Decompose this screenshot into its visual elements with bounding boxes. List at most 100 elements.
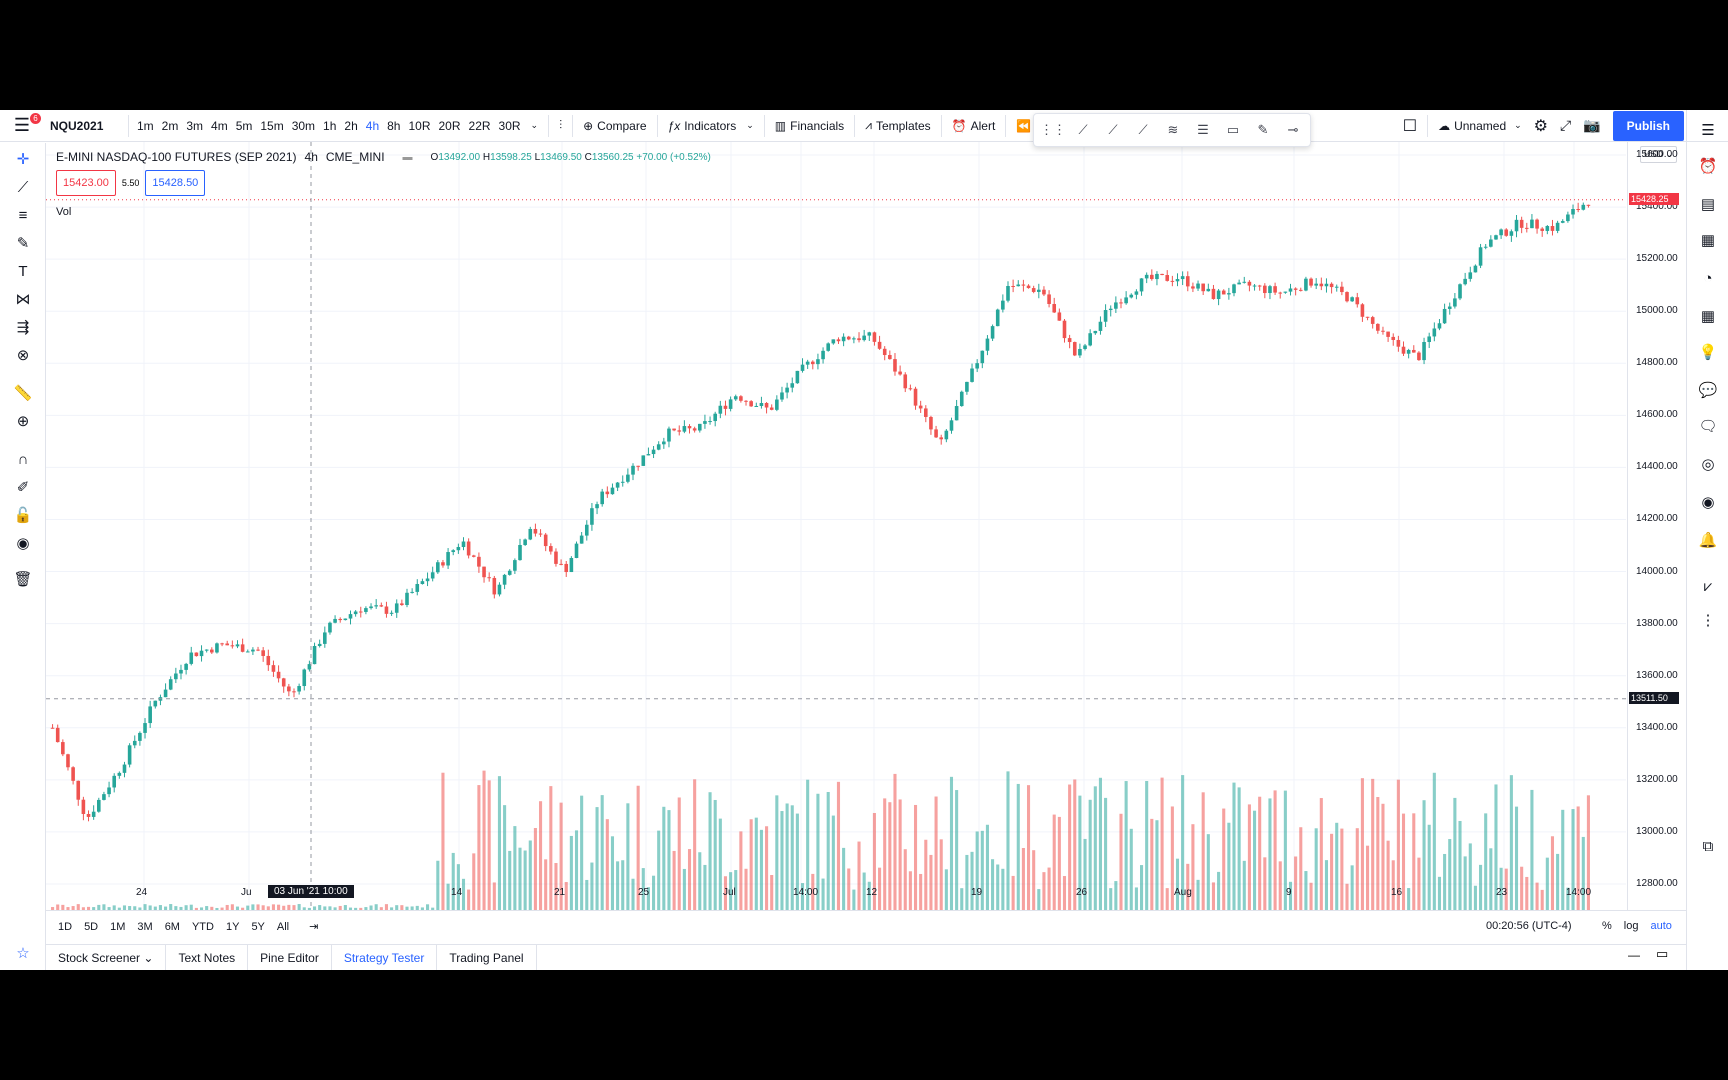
star-icon[interactable]: ☆	[12, 943, 34, 965]
chats-icon[interactable]: 💬	[1697, 380, 1719, 402]
alert-button[interactable]: ⏰ Alert	[946, 110, 1002, 142]
dom-icon[interactable]: ⋮	[1697, 610, 1719, 632]
range-3M[interactable]: 3M	[131, 921, 158, 933]
range-1Y[interactable]: 1Y	[220, 921, 245, 933]
buy-price-button[interactable]: 15428.50	[145, 170, 206, 196]
price-axis[interactable]: USD ⌄ 15600.00 15400.00 15200.00 15000.00 14…	[1627, 142, 1685, 910]
timeframe-30m[interactable]: 30m	[288, 110, 319, 142]
ray-icon[interactable]: ⟋	[1102, 122, 1124, 138]
crosshair-icon[interactable]: ✛	[12, 149, 34, 171]
auto-toggle[interactable]: auto	[1650, 920, 1671, 932]
timeframe-5m[interactable]: 5m	[232, 110, 257, 142]
indicators-button[interactable]: ƒx Indicators ⌄	[662, 110, 760, 142]
timeframe-20R[interactable]: 20R	[435, 110, 465, 142]
news-icon[interactable]: ▦	[1697, 230, 1719, 252]
fib-icon[interactable]: ≡	[12, 205, 34, 227]
live-icon[interactable]: ◉	[1697, 492, 1719, 514]
layout-button[interactable]: ☁ Unnamed ⌄	[1432, 110, 1528, 142]
hotlist-icon[interactable]: ◔	[1697, 268, 1719, 290]
layers-icon[interactable]: ⧉	[1697, 836, 1719, 858]
financials-button[interactable]: ▥ Financials	[769, 110, 850, 142]
tab-stock-screener[interactable]: Stock Screener ⌄	[46, 945, 167, 970]
range-All[interactable]: All	[271, 921, 295, 933]
bar-style-button[interactable]: ⫶	[553, 110, 568, 142]
pattern-icon[interactable]: ⋈	[12, 289, 34, 311]
watchlist-icon[interactable]: ☰	[1697, 120, 1719, 142]
templates-button[interactable]: ⩘ Templates	[859, 110, 936, 142]
data-window-icon[interactable]: ▤	[1697, 194, 1719, 216]
tab-trading-panel[interactable]: Trading Panel	[437, 945, 537, 970]
timeframe-3m[interactable]: 3m	[182, 110, 207, 142]
symbol-search-button[interactable]: NQU2021	[44, 110, 124, 142]
fullscreen-button[interactable]: ⤢	[1554, 110, 1577, 142]
timeframe-4h[interactable]: 4h	[362, 110, 383, 142]
maximize-panel-icon[interactable]: ▭	[1656, 946, 1668, 962]
timeframe-dropdown-icon[interactable]: ⌄	[525, 110, 545, 142]
notifications-icon[interactable]: 🔔	[1697, 530, 1719, 552]
range-5D[interactable]: 5D	[78, 921, 104, 933]
range-6M[interactable]: 6M	[159, 921, 186, 933]
zoom-in-icon[interactable]: ⊕	[12, 411, 34, 433]
timeframe-2m[interactable]: 2m	[158, 110, 183, 142]
compare-button[interactable]: ⊕ Compare	[577, 110, 652, 142]
tab-text-notes[interactable]: Text Notes	[166, 945, 249, 970]
parallel-channel-icon[interactable]: ≋	[1162, 122, 1184, 138]
candle-body	[995, 309, 1000, 327]
magnet-icon[interactable]: ∩	[12, 449, 34, 471]
range-1M[interactable]: 1M	[104, 921, 131, 933]
timeframe-2h[interactable]: 2h	[340, 110, 361, 142]
extended-line-icon[interactable]: ⟋	[1132, 122, 1154, 138]
tab-pine-editor[interactable]: Pine Editor	[248, 945, 332, 970]
range-YTD[interactable]: YTD	[186, 921, 220, 933]
ideas-icon[interactable]: 💡	[1697, 342, 1719, 364]
timeframe-8h[interactable]: 8h	[383, 110, 404, 142]
eye-icon[interactable]: ◉	[12, 533, 34, 555]
publish-button[interactable]: Publish	[1612, 110, 1684, 141]
brush-icon[interactable]: ✎	[1252, 122, 1274, 138]
range-1D[interactable]: 1D	[52, 921, 78, 933]
trash-icon[interactable]: 🗑	[12, 569, 34, 591]
timeframe-4m[interactable]: 4m	[207, 110, 232, 142]
streams-icon[interactable]: ◎	[1697, 454, 1719, 476]
log-toggle[interactable]: log	[1624, 920, 1639, 932]
text-icon[interactable]: T	[12, 261, 34, 283]
goto-date-icon[interactable]: ⇥	[309, 920, 318, 933]
timeframe-15m[interactable]: 15m	[256, 110, 287, 142]
rectangle-icon[interactable]: ▭	[1222, 122, 1244, 138]
legend-title[interactable]: E-MINI NASDAQ-100 FUTURES (SEP 2021)	[56, 150, 297, 164]
minimize-panel-icon[interactable]: —	[1628, 948, 1640, 962]
timeframe-1h[interactable]: 1h	[319, 110, 340, 142]
sell-price-button[interactable]: 15423.00	[56, 170, 116, 196]
price-tick: 15000.00	[1636, 305, 1678, 317]
brush-icon[interactable]: ✎	[12, 233, 34, 255]
range-5Y[interactable]: 5Y	[245, 921, 270, 933]
timeframe-1m[interactable]: 1m	[133, 110, 158, 142]
timeframe-10R[interactable]: 10R	[404, 110, 434, 142]
clock[interactable]: 00:20:56 (UTC-4)	[1486, 920, 1572, 932]
drag-handle-icon[interactable]: ⋮⋮	[1040, 122, 1066, 138]
order-panel-icon[interactable]: ⩗	[1697, 576, 1719, 598]
prediction-icon[interactable]: ⇶	[12, 317, 34, 339]
timeframe-22R[interactable]: 22R	[465, 110, 495, 142]
legend-menu-icon[interactable]: ▬	[403, 152, 413, 163]
calendar-icon[interactable]: ▦	[1697, 306, 1719, 328]
price-chart[interactable]	[46, 142, 1626, 912]
settings-button[interactable]: ⚙	[1528, 110, 1554, 142]
main-menu-button[interactable]: ☰ 6	[0, 110, 44, 142]
alerts-clock-icon[interactable]: ⏰	[1697, 156, 1719, 178]
lock-pencil-icon[interactable]: ✐	[12, 477, 34, 499]
horizontal-ray-icon[interactable]: ⊸	[1282, 122, 1304, 138]
fib-retracement-icon[interactable]: ☰	[1192, 122, 1214, 138]
ruler-icon[interactable]: 📏	[12, 383, 34, 405]
time-axis[interactable]: 24 Ju 14 21 25 Jul 14:00 12 19 26 Aug 9 16 23 14:00 03 …	[46, 883, 1626, 903]
snapshot-button[interactable]: 📷	[1577, 110, 1606, 142]
trend-line-icon[interactable]: ⟋	[12, 177, 34, 199]
lock-icon[interactable]: 🔓	[12, 505, 34, 527]
messages-icon[interactable]: 🗨	[1697, 416, 1719, 438]
tab-strategy-tester[interactable]: Strategy Tester	[332, 945, 438, 970]
remove-icon[interactable]: ⊗	[12, 345, 34, 367]
timeframe-30R[interactable]: 30R	[495, 110, 525, 142]
percent-toggle[interactable]: %	[1602, 920, 1612, 932]
select-box-button[interactable]: ☐	[1397, 110, 1423, 142]
trend-line-icon[interactable]: ⟋	[1072, 122, 1094, 138]
